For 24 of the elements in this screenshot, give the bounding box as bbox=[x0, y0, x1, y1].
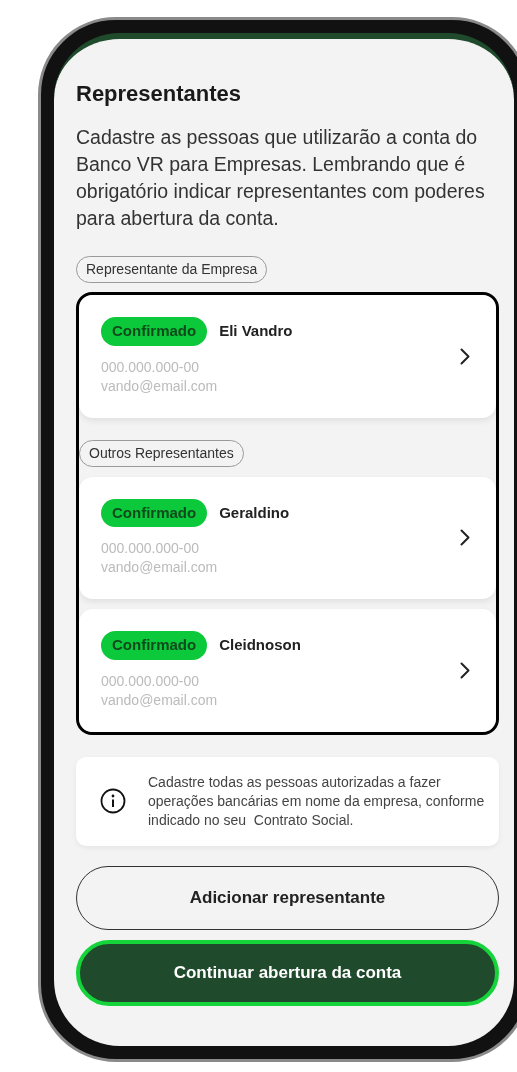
info-icon bbox=[100, 788, 126, 814]
status-badge: Confirmado bbox=[101, 631, 208, 660]
representative-card[interactable]: Confirmado Geraldino 000.000.000-00 vando@email.com bbox=[79, 476, 496, 599]
page-title: Representantes bbox=[76, 80, 243, 108]
email: vando@email.com bbox=[101, 376, 219, 396]
chevron-right-icon bbox=[460, 529, 470, 547]
chevron-right-icon bbox=[460, 347, 470, 365]
continue-button[interactable]: Continuar abertura da conta bbox=[76, 939, 499, 1006]
info-text: Cadastre todas as pessoas autorizadas a fazer operações bancárias em nome da empresa, conforme indicado no seu Contrato Social. bbox=[148, 772, 486, 830]
document-number: 000.000.000-00 bbox=[101, 539, 201, 558]
status-badge: Confirmado bbox=[101, 498, 208, 527]
document-number: 000.000.000-00 bbox=[101, 357, 201, 377]
chevron-right-icon bbox=[460, 661, 470, 679]
representative-card[interactable]: Confirmado Cleidnoson 000.000.000-00 vando@email.com bbox=[79, 609, 496, 732]
person-name: Eli Vandro bbox=[219, 321, 293, 341]
person-name: Cleidnoson bbox=[219, 635, 301, 655]
person-name: Geraldino bbox=[219, 502, 290, 523]
status-badge: Confirmado bbox=[101, 317, 208, 346]
email: vando@email.com bbox=[101, 558, 219, 577]
description: Cadastre as pessoas que utilizarão a conta do Banco VR para Empresas. Lembrando que é obrigatório indicar representantes com poderes para abertura da conta. bbox=[76, 125, 486, 231]
document-number: 000.000.000-00 bbox=[101, 671, 201, 691]
representative-card[interactable]: Confirmado Eli Vandro 000.000.000-00 vando@email.com bbox=[79, 295, 496, 418]
add-representative-button[interactable]: Adicionar representante bbox=[76, 865, 499, 930]
email: vando@email.com bbox=[101, 690, 219, 710]
